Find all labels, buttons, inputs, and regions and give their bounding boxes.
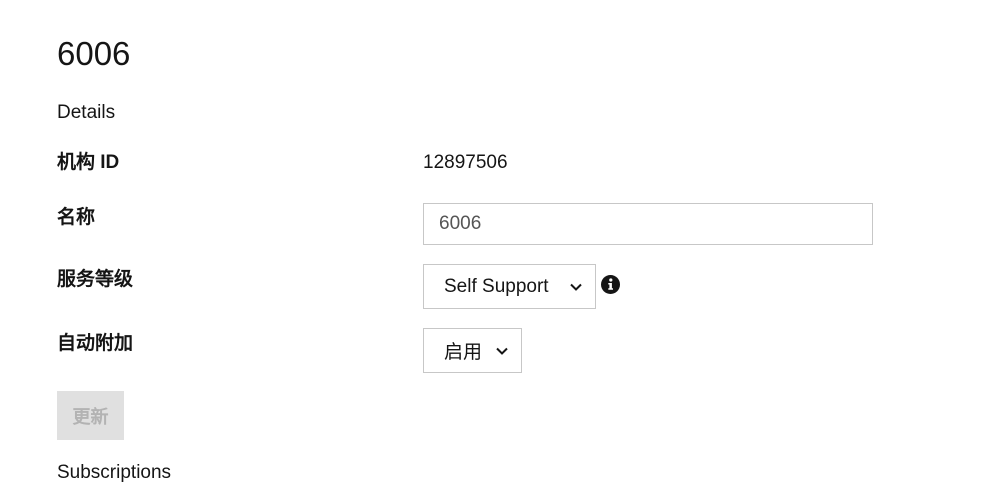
page-title: 6006 (57, 35, 131, 72)
chevron-down-icon (495, 344, 509, 358)
info-circle-icon[interactable] (601, 275, 620, 294)
details-heading: Details (57, 102, 116, 123)
auto-attach-label: 自动附加 (57, 333, 134, 354)
update-button[interactable]: 更新 (57, 391, 124, 440)
name-input[interactable] (423, 203, 873, 245)
auto-attach-select[interactable]: 启用 (423, 328, 522, 373)
org-id-label: 机构 ID (57, 152, 120, 173)
service-level-label: 服务等级 (57, 269, 134, 290)
org-id-value: 12897506 (423, 152, 508, 173)
chevron-down-icon (569, 280, 583, 294)
subscriptions-heading: Subscriptions (57, 462, 172, 483)
auto-attach-selected: 启用 (444, 342, 483, 363)
service-level-select[interactable]: Self Support (423, 264, 596, 309)
organization-details-page: 6006 Details 机构 ID 12897506 名称 服务等级 Self… (0, 0, 1008, 484)
service-level-selected: Self Support (444, 275, 549, 297)
name-label: 名称 (57, 207, 96, 228)
